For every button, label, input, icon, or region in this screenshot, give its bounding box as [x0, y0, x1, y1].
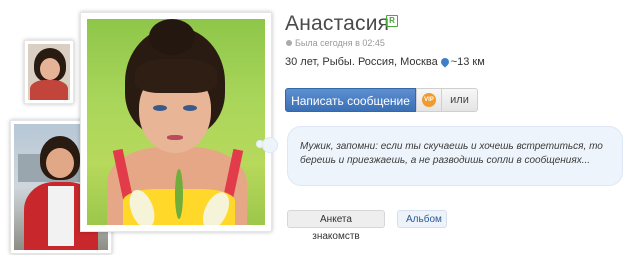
photo-eye-left — [153, 105, 167, 111]
thumbnail-shirt — [30, 80, 68, 100]
photo-bangs — [135, 59, 217, 93]
last-seen-text: Была сегодня в 02:45 — [295, 38, 385, 48]
profile-details: 30 лет, Рыбы. Россия, Москва ~13 км — [285, 56, 485, 68]
thumbnail-tshirt — [48, 186, 74, 246]
photo-flower-stem — [175, 169, 183, 219]
main-photo-image — [87, 19, 265, 225]
offline-dot-icon — [286, 40, 292, 46]
tab-album[interactable]: Альбом — [397, 210, 447, 228]
photo-eye-right — [183, 105, 197, 111]
or-button[interactable]: или — [442, 88, 478, 112]
profile-details-text: 30 лет, Рыбы. Россия, Москва — [285, 56, 438, 68]
thumbnail-face — [46, 148, 74, 178]
profile-name: Анастасия — [285, 12, 390, 35]
last-seen-status: Была сегодня в 02:45 — [286, 38, 385, 48]
status-quote-text: Мужик, запомни: если ты скучаешь и хочеш… — [300, 141, 603, 166]
write-message-button[interactable]: Написать сообщение — [285, 88, 416, 112]
real-badge-icon: R — [386, 15, 398, 27]
thumbnail-face — [40, 58, 60, 80]
main-profile-photo[interactable] — [80, 12, 272, 232]
tab-dating-profile[interactable]: Анкета знакомств — [287, 210, 385, 242]
distance-text: ~13 км — [450, 56, 485, 68]
vip-button[interactable]: VIP — [416, 88, 442, 112]
photo-mouth — [167, 135, 183, 140]
photo-hair-bun — [149, 19, 195, 55]
bubble-tail — [262, 137, 278, 153]
vip-icon: VIP — [422, 93, 436, 107]
location-pin-icon — [439, 56, 451, 68]
thumbnail-photo-1[interactable] — [24, 40, 74, 104]
thumbnail-image-1 — [28, 44, 70, 100]
